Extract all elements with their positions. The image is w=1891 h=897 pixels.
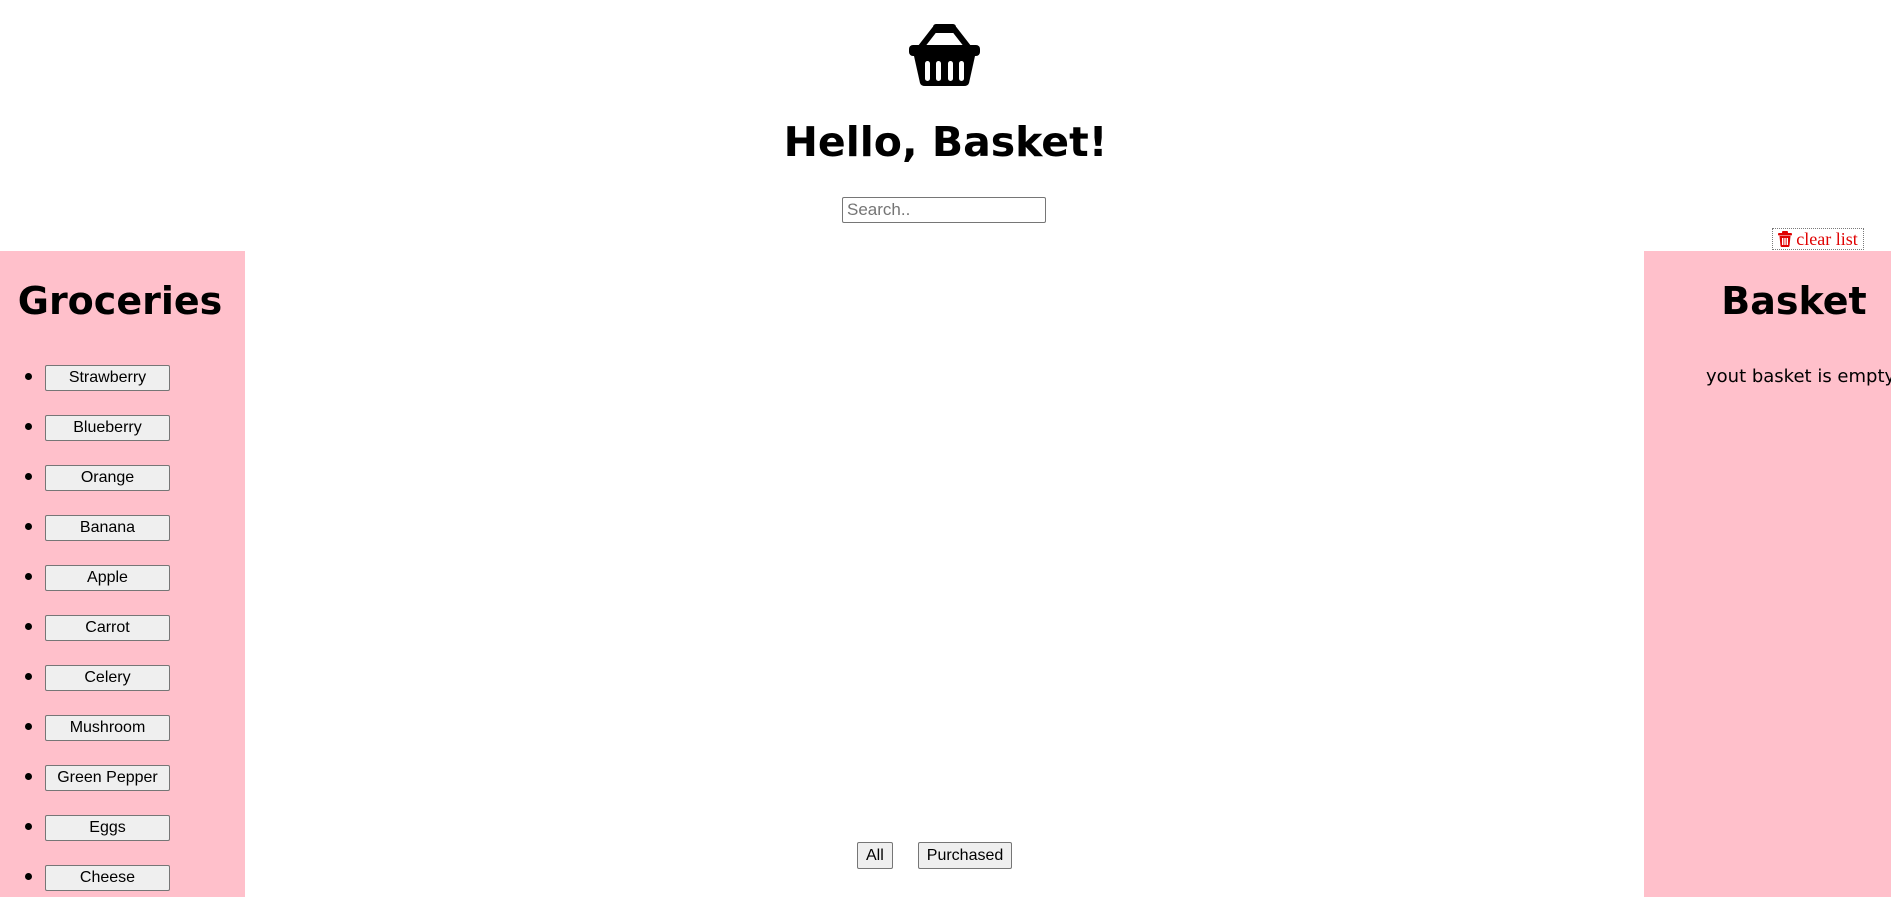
grocery-button-eggs[interactable]: Eggs	[45, 815, 170, 841]
filter-all-button[interactable]: All	[857, 842, 893, 869]
grocery-button-cheese[interactable]: Cheese	[45, 865, 170, 891]
list-item: Blueberry	[0, 415, 245, 465]
grocery-button-banana[interactable]: Banana	[45, 515, 170, 541]
grocery-button-apple[interactable]: Apple	[45, 565, 170, 591]
list-item: Apple	[0, 565, 245, 615]
shopping-basket-icon	[909, 24, 980, 86]
grocery-button-strawberry[interactable]: Strawberry	[45, 365, 170, 391]
grocery-button-mushroom[interactable]: Mushroom	[45, 715, 170, 741]
filter-purchased-button[interactable]: Purchased	[917, 842, 1013, 869]
grocery-button-green-pepper[interactable]: Green Pepper	[45, 765, 170, 791]
filter-bar: All Purchased	[857, 842, 1013, 869]
page: Hello, Basket! clear list Groceries Stra…	[0, 0, 1891, 897]
list-item: Orange	[0, 465, 245, 515]
basket-title: Basket	[1721, 279, 1867, 323]
search-input[interactable]	[842, 197, 1046, 223]
list-item: Strawberry	[0, 365, 245, 415]
list-item: Banana	[0, 515, 245, 565]
list-item: Cheese	[0, 865, 245, 897]
list-item: Eggs	[0, 815, 245, 865]
page-title: Hello, Basket!	[783, 118, 1108, 166]
clear-list-label: clear list	[1796, 228, 1858, 249]
basket-empty-message: yout basket is empty!	[1706, 366, 1891, 387]
clear-list-button[interactable]: clear list	[1772, 228, 1864, 250]
list-item: Green Pepper	[0, 765, 245, 815]
groceries-panel: Groceries Strawberry Blueberry Orange Ba…	[0, 251, 245, 897]
grocery-button-celery[interactable]: Celery	[45, 665, 170, 691]
basket-panel: Basket yout basket is empty!	[1644, 251, 1891, 897]
list-item: Celery	[0, 665, 245, 715]
trash-icon	[1778, 231, 1793, 247]
grocery-button-blueberry[interactable]: Blueberry	[45, 415, 170, 441]
header: Hello, Basket!	[0, 0, 1891, 240]
groceries-title: Groceries	[17, 279, 223, 323]
list-item: Carrot	[0, 615, 245, 665]
grocery-button-orange[interactable]: Orange	[45, 465, 170, 491]
grocery-button-carrot[interactable]: Carrot	[45, 615, 170, 641]
list-item: Mushroom	[0, 715, 245, 765]
groceries-list: Strawberry Blueberry Orange Banana Apple…	[0, 365, 245, 897]
